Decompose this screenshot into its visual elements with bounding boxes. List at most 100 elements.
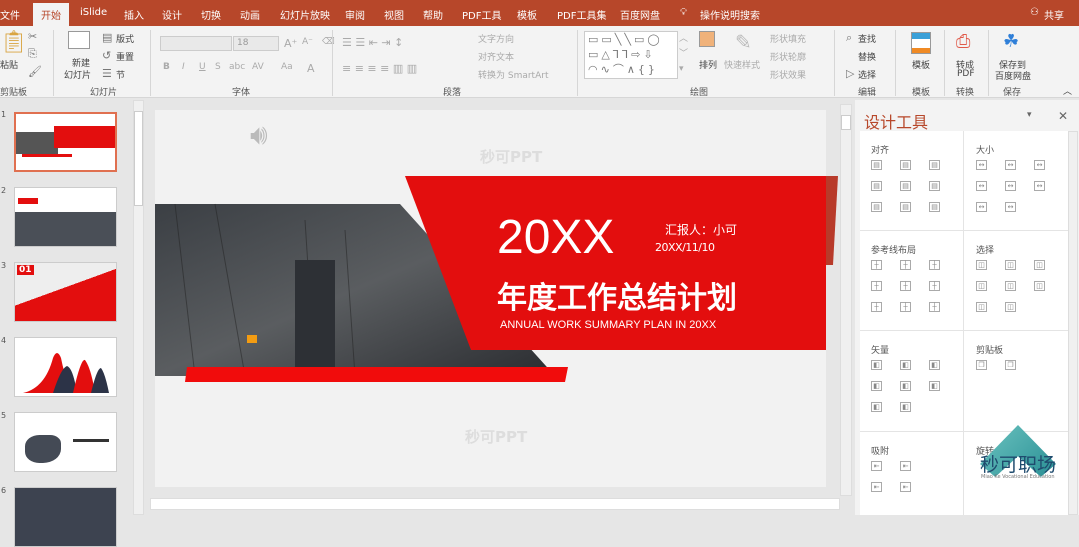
slide-thumbnail-4[interactable] (14, 337, 117, 397)
tab-baidu-pan[interactable]: 百度网盘 (620, 7, 660, 22)
quick-style-button[interactable]: 快速样式 (724, 58, 760, 71)
design-tool-icon[interactable]: ┼ (929, 302, 940, 312)
tab-transitions[interactable]: 切换 (201, 7, 221, 22)
cut-icon[interactable]: ✂ (28, 31, 37, 43)
slide-horizontal-scrollbar[interactable] (150, 498, 840, 510)
find-button[interactable]: 查找 (858, 32, 876, 45)
slide-thumbnail-3[interactable]: 01 (14, 262, 117, 322)
slide-vertical-scrollbar[interactable] (840, 104, 852, 496)
design-tool-icon[interactable]: ┼ (929, 260, 940, 270)
design-tool-icon[interactable]: ◫ (1005, 302, 1016, 312)
tab-file[interactable]: 文件 (0, 7, 20, 22)
share-button[interactable]: 共享 (1044, 7, 1064, 22)
design-tool-icon[interactable]: ▤ (929, 181, 940, 191)
tell-me-search[interactable]: 操作说明搜索 (700, 7, 760, 22)
shadow-button[interactable]: S (215, 62, 221, 72)
tab-pdf-tools[interactable]: PDF工具 (462, 7, 501, 22)
slide-thumbnail-1[interactable] (14, 112, 117, 172)
paragraph-list-buttons[interactable]: ☰ ☰ ⇤ ⇥ ↕ (342, 36, 403, 49)
convert-smartart-button[interactable]: 转换为 SmartArt (478, 68, 548, 81)
design-tool-icon[interactable]: ◧ (871, 360, 882, 370)
close-icon[interactable]: ✕ (1058, 109, 1068, 123)
design-tool-icon[interactable]: ↔ (976, 160, 987, 170)
shape-effects-button[interactable]: 形状效果 (770, 68, 806, 81)
design-tool-icon[interactable]: ┼ (871, 260, 882, 270)
underline-button[interactable]: U (199, 62, 206, 72)
design-tool-icon[interactable]: ❐ (976, 360, 987, 370)
design-tool-icon[interactable]: ▤ (871, 202, 882, 212)
design-tool-icon[interactable]: ┼ (900, 302, 911, 312)
paragraph-align-buttons[interactable]: ≡ ≡ ≡ ≡ ▥ ▥ (342, 62, 417, 75)
design-tool-icon[interactable]: ┼ (871, 302, 882, 312)
tab-help[interactable]: 帮助 (423, 7, 443, 22)
design-tool-icon[interactable]: ◫ (1005, 281, 1016, 291)
design-tool-icon[interactable]: ⇤ (900, 461, 911, 471)
design-tool-icon[interactable]: ┼ (929, 281, 940, 291)
panel-menu-button[interactable]: ▾ (1027, 110, 1032, 120)
text-direction-button[interactable]: 文字方向 (478, 32, 514, 45)
design-tool-icon[interactable]: ▤ (929, 202, 940, 212)
design-tool-icon[interactable]: ↔ (1034, 181, 1045, 191)
paste-button[interactable]: 粘贴 (0, 58, 18, 71)
design-tool-icon[interactable]: ◧ (900, 381, 911, 391)
shrink-font-button[interactable]: A⁻ (302, 37, 313, 47)
thumbnail-scrollbar[interactable] (133, 100, 144, 515)
shape-fill-button[interactable]: 形状填充 (770, 32, 806, 45)
design-tool-icon[interactable]: ◧ (871, 402, 882, 412)
design-tool-icon[interactable]: ▤ (871, 160, 882, 170)
design-tool-icon[interactable]: ▤ (871, 181, 882, 191)
replace-button[interactable]: 替换 (858, 50, 876, 63)
reset-button[interactable]: 重置 (116, 50, 134, 63)
design-tool-icon[interactable]: ◧ (929, 381, 940, 391)
italic-button[interactable]: I (182, 62, 185, 72)
design-tool-icon[interactable]: ⇤ (900, 482, 911, 492)
design-tool-icon[interactable]: ◫ (976, 302, 987, 312)
design-tool-icon[interactable]: ◧ (900, 360, 911, 370)
tab-pdf-toolset[interactable]: PDF工具集 (557, 7, 606, 22)
copy-icon[interactable]: ⎘ (28, 48, 37, 60)
design-tool-icon[interactable]: ⇤ (871, 461, 882, 471)
design-tool-icon[interactable]: ◫ (1034, 281, 1045, 291)
shapes-gallery[interactable]: ▭▭╲╲▭◯ ▭△⅂⅂⇨⇩ ◠∿⌒∧{} (584, 31, 678, 79)
tab-template[interactable]: 模板 (517, 7, 537, 22)
align-text-button[interactable]: 对齐文本 (478, 50, 514, 63)
change-case-button[interactable]: Aa (281, 62, 293, 72)
font-color-button[interactable]: A (307, 62, 315, 75)
design-tool-icon[interactable]: ↔ (1034, 160, 1045, 170)
panel-scrollbar[interactable] (1068, 131, 1078, 515)
slide-thumbnail-6[interactable] (14, 487, 117, 547)
design-tool-icon[interactable]: ◫ (976, 281, 987, 291)
design-tool-icon[interactable]: ◫ (1005, 260, 1016, 270)
slide-thumbnail-5[interactable] (14, 412, 117, 472)
design-tool-icon[interactable]: ↔ (976, 202, 987, 212)
audio-icon[interactable]: 🔊︎ (250, 118, 268, 152)
arrange-button[interactable]: 排列 (699, 58, 717, 71)
design-tool-icon[interactable]: ◧ (900, 402, 911, 412)
design-tool-icon[interactable]: ▤ (900, 160, 911, 170)
slide-thumbnail-2[interactable] (14, 187, 117, 247)
design-tool-icon[interactable]: ┼ (871, 281, 882, 291)
design-tool-icon[interactable]: ◫ (976, 260, 987, 270)
design-tool-icon[interactable]: ▤ (900, 202, 911, 212)
collapse-ribbon-button[interactable]: ︿ (1063, 84, 1072, 97)
design-tool-icon[interactable]: ↔ (1005, 181, 1016, 191)
design-tool-icon[interactable]: ↔ (1005, 202, 1016, 212)
tab-home[interactable]: 开始 (33, 3, 69, 26)
design-tool-icon[interactable]: ▤ (929, 160, 940, 170)
format-painter-icon[interactable]: 🖌︎ (28, 66, 42, 78)
design-tool-icon[interactable]: ┼ (900, 281, 911, 291)
design-tool-icon[interactable]: ◧ (871, 381, 882, 391)
strikethrough-button[interactable]: abc (229, 62, 245, 72)
grow-font-button[interactable]: A⁺ (284, 37, 297, 50)
section-button[interactable]: 节 (116, 68, 125, 81)
design-tool-icon[interactable]: ┼ (900, 260, 911, 270)
font-name-combo[interactable] (160, 36, 232, 51)
tab-review[interactable]: 审阅 (345, 7, 365, 22)
design-tool-icon[interactable]: ↔ (976, 181, 987, 191)
design-tool-icon[interactable]: ❐ (1005, 360, 1016, 370)
new-slide-dropdown[interactable]: 幻灯片 (64, 68, 91, 81)
bold-button[interactable]: B (163, 62, 170, 72)
tab-slideshow[interactable]: 幻灯片放映 (280, 7, 330, 22)
layout-button[interactable]: 版式 (116, 32, 134, 45)
template-button[interactable]: 模板 (912, 58, 930, 71)
